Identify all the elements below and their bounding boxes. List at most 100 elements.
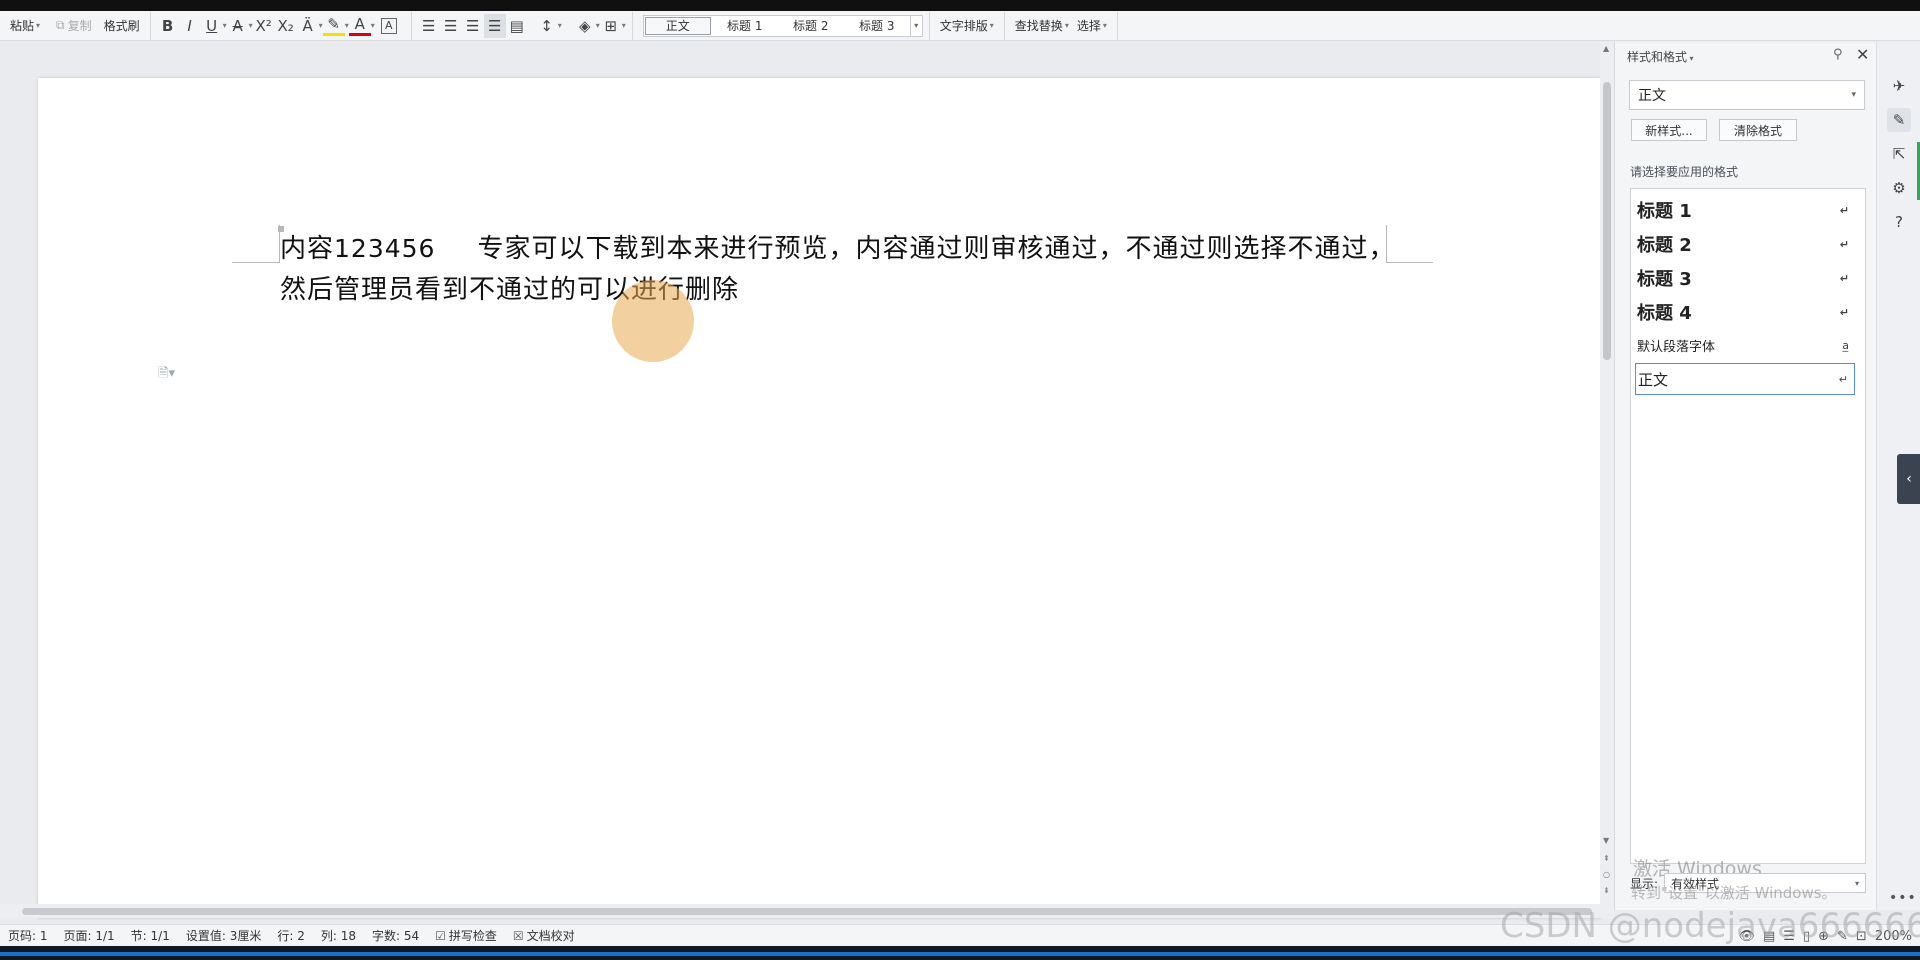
chevron-down-icon: ▾ (1102, 21, 1107, 30)
format-painter-button[interactable]: 格式刷 (100, 14, 144, 38)
copy-label: 复制 (67, 19, 92, 33)
paragraph-mark-icon: ↵ (1839, 237, 1849, 251)
highlight-icon[interactable]: ✎ (322, 15, 345, 36)
copy-button[interactable]: ⧉ 复制 (52, 14, 96, 38)
style-item-heading2[interactable]: 标题 2 ↵ (1635, 229, 1855, 259)
right-tool-rail: ✈ ✎ ⇱ ⚙ ? ‹ ••• (1876, 42, 1920, 910)
justify-icon[interactable]: ☰ (483, 13, 506, 38)
bold-button[interactable]: B (157, 14, 179, 38)
select-label: 选择 (1076, 19, 1101, 33)
style-item-heading1[interactable]: 标题 1 ↵ (1635, 195, 1855, 225)
status-word-count[interactable]: 字数: 54 (364, 927, 427, 944)
csdn-watermark: CSDN @nodejava666666 (1500, 906, 1920, 946)
line-spacing-icon[interactable]: ↕ (536, 14, 558, 38)
paragraph-mark-icon: ↵ (1839, 305, 1849, 319)
chevron-down-icon: ▾ (1687, 54, 1694, 63)
strikethrough-icon[interactable]: A (227, 14, 249, 38)
document-canvas: 内容123456 专家可以下载到本来进行预览，内容通过则审核通过，不通过则选择不通… (0, 42, 1601, 918)
scroll-up-icon[interactable]: ▲ (1603, 44, 1609, 53)
paragraph-handle-icon[interactable]: 🗎▾ (158, 364, 175, 386)
gallery-style-body[interactable]: 正文 (644, 16, 711, 35)
content-text: 专家可以下载到本来进行预览，内容通过则审核通过，不通过则选择不通过， (477, 234, 1396, 264)
chevron-down-icon: ▾ (989, 21, 994, 30)
underline-button[interactable]: U (201, 14, 223, 38)
divider (928, 11, 930, 40)
expand-panel-icon[interactable]: ‹ (1897, 454, 1920, 504)
style-item-heading4[interactable]: 标题 4 ↵ (1635, 297, 1855, 327)
horizontal-scroll-thumb[interactable] (22, 908, 1592, 915)
text-layout-button[interactable]: 文字排版 ▾ (936, 14, 998, 38)
spell-check-toggle[interactable]: 拼写检查 (427, 927, 505, 944)
style-item-heading3[interactable]: 标题 3 ↵ (1635, 263, 1855, 293)
paragraph-mark-icon: ↵ (1839, 271, 1849, 285)
distribute-icon[interactable]: ▤ (506, 14, 528, 38)
document-page[interactable]: 内容123456 专家可以下载到本来进行预览，内容通过则审核通过，不通过则选择不通… (38, 78, 1601, 918)
new-style-button[interactable]: 新样式... (1631, 119, 1707, 141)
document-body[interactable]: 内容123456 专家可以下载到本来进行预览，内容通过则审核通过，不通过则选择不通… (280, 228, 1430, 311)
status-pages[interactable]: 页面: 1/1 (56, 927, 123, 944)
next-page-icon[interactable]: ⇟ (1603, 886, 1610, 895)
help-icon[interactable]: ? (1887, 210, 1911, 234)
chevron-down-icon[interactable]: ▾ (36, 21, 40, 30)
paragraph-mark-icon: ↵ (1839, 203, 1849, 217)
gallery-style-heading1[interactable]: 标题 1 (712, 16, 778, 36)
status-page-number[interactable]: 页码: 1 (0, 927, 56, 944)
find-replace-button[interactable]: 查找替换 ▾ (1011, 14, 1073, 38)
subscript-icon[interactable]: X₂ (275, 14, 297, 38)
status-column[interactable]: 列: 18 (313, 927, 364, 944)
close-icon[interactable]: ✕ (1856, 45, 1869, 64)
margin-corner-tl-h (232, 262, 279, 263)
italic-button[interactable]: I (179, 14, 201, 38)
prev-page-icon[interactable]: ⇞ (1603, 854, 1610, 863)
top-window-strip (0, 0, 1920, 11)
scroll-down-icon[interactable]: ▼ (1603, 836, 1609, 845)
vertical-scrollbar[interactable]: ▲ ▼ ⇞ ○ ⇟ (1600, 42, 1614, 910)
select-pointer-icon[interactable]: ⇱ (1887, 142, 1911, 166)
status-setting[interactable]: 设置值: 3厘米 (178, 927, 270, 944)
char-border-icon[interactable]: A (380, 17, 397, 34)
shading-icon[interactable]: ◈ (574, 14, 596, 38)
divider (149, 11, 151, 40)
content-number: 123456 (334, 234, 436, 263)
chevron-down-icon[interactable]: ▾ (558, 21, 562, 30)
align-center-icon[interactable]: ☰ (440, 14, 462, 38)
paste-button[interactable]: 粘贴 ▾ (0, 14, 44, 38)
more-icon[interactable]: ••• (1889, 890, 1917, 906)
clear-format-button[interactable]: 清除格式 (1719, 119, 1797, 141)
superscript-icon[interactable]: X² (253, 14, 275, 38)
status-section[interactable]: 节: 1/1 (123, 927, 178, 944)
select-button[interactable]: 选择 ▾ (1073, 14, 1111, 38)
align-right-icon[interactable]: ☰ (462, 14, 484, 38)
doc-proof-button[interactable]: 文档校对 (505, 927, 583, 944)
vertical-scroll-thumb[interactable] (1603, 82, 1611, 360)
style-item-default-font[interactable]: 默认段落字体 a̲ (1635, 331, 1855, 359)
border-icon[interactable]: ⊞ (600, 14, 622, 38)
select-browse-icon[interactable]: ○ (1603, 870, 1610, 879)
style-list: 标题 1 ↵ 标题 2 ↵ 标题 3 ↵ 标题 4 ↵ 默认段落字体 a̲ 正文 ↵ (1630, 188, 1866, 864)
adjust-settings-icon[interactable]: ⚙ (1887, 176, 1911, 200)
gallery-style-heading2[interactable]: 标题 2 (778, 16, 844, 36)
current-style-select[interactable]: 正文 ▾ (1629, 80, 1865, 110)
style-gallery: 正文 标题 1 标题 2 标题 3 ▾ (642, 14, 923, 37)
panel-title[interactable]: 样式和格式 ▾ (1627, 48, 1694, 65)
chevron-down-icon[interactable]: ▾ (371, 21, 375, 30)
current-style-value: 正文 (1638, 88, 1666, 104)
divider (1003, 11, 1005, 40)
chevron-down-icon[interactable]: ▾ (622, 21, 626, 30)
gallery-style-heading3[interactable]: 标题 3 (844, 16, 910, 36)
pin-icon[interactable]: ⚲ (1833, 47, 1843, 62)
style-item-label: 标题 3 (1637, 269, 1692, 290)
font-color-icon[interactable]: A (348, 15, 371, 36)
character-style-icon: a̲ (1842, 338, 1849, 352)
style-item-label: 标题 1 (1637, 201, 1692, 222)
status-row[interactable]: 行: 2 (269, 927, 313, 944)
edit-style-icon[interactable]: ✎ (1887, 108, 1911, 132)
gallery-more-icon[interactable]: ▾ (909, 15, 922, 36)
rocket-icon[interactable]: ✈ (1887, 74, 1911, 98)
styles-format-panel: 样式和格式 ▾ ⚲ ✕ 正文 ▾ 新样式... 清除格式 请选择要应用的格式 标题… (1614, 42, 1876, 910)
text-effect-icon[interactable]: Ä (297, 14, 319, 38)
horizontal-scrollbar[interactable] (0, 904, 1614, 918)
align-left-icon[interactable]: ☰ (418, 14, 440, 38)
style-item-label: 标题 4 (1637, 303, 1692, 324)
style-item-body-selected[interactable]: 正文 ↵ (1635, 363, 1855, 395)
